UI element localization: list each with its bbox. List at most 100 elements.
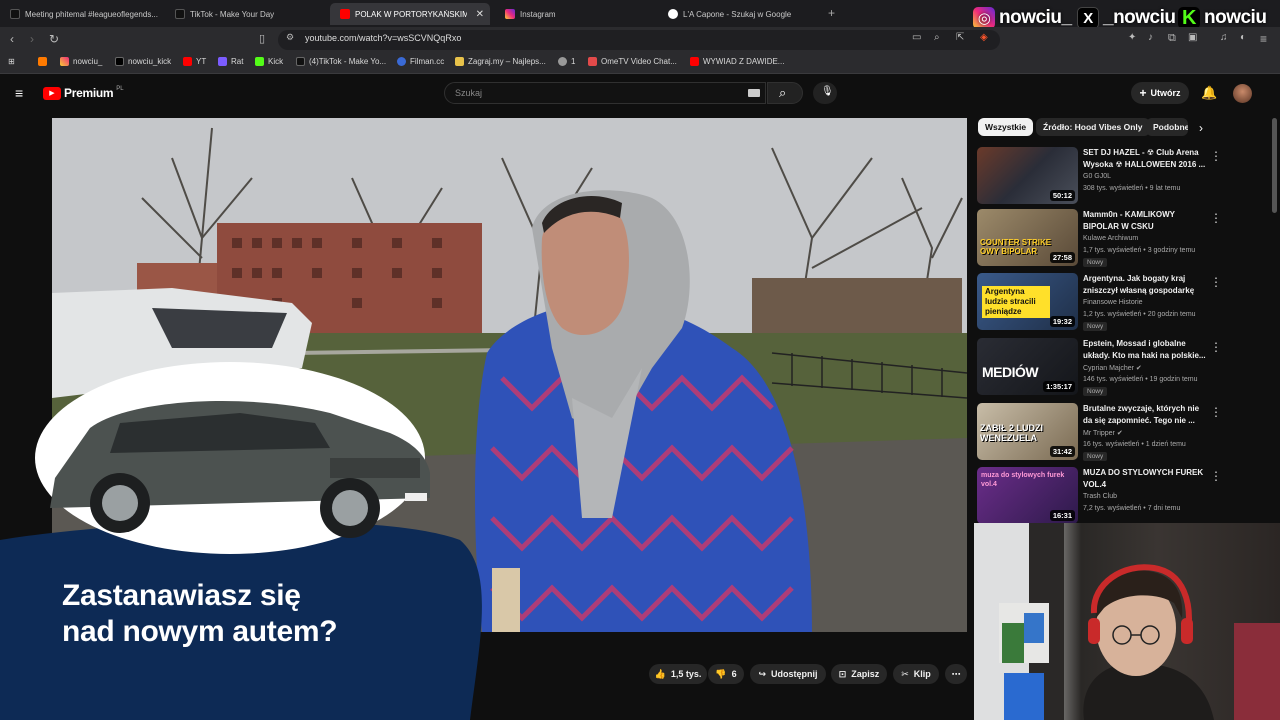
- kebab-menu-icon[interactable]: ⋮: [1210, 211, 1222, 225]
- chevron-right-icon[interactable]: ›: [1199, 121, 1203, 135]
- new-tab-button[interactable]: +: [828, 6, 835, 20]
- channel-name[interactable]: Cyprian Majcher ✔: [1083, 364, 1142, 372]
- puzzle-icon[interactable]: ⧉: [1168, 32, 1176, 45]
- recommendation-item[interactable]: Argentyna ludzie stracili pieniądze 19:3…: [977, 273, 1272, 331]
- vpn-icon[interactable]: ◐: [1240, 32, 1246, 43]
- chip-source[interactable]: Źródło: Hood Vibes Only: [1036, 118, 1150, 136]
- tiktok-icon: [296, 57, 305, 66]
- video-title[interactable]: Epstein, Mossad i globalne układy. Kto m…: [1083, 338, 1207, 362]
- bookmark-item[interactable]: 1: [558, 57, 575, 66]
- bell-icon[interactable]: 🔔: [1201, 85, 1217, 101]
- ometv-icon: [588, 57, 597, 66]
- video-thumbnail[interactable]: muza do stylowych furek vol.4 16:31: [977, 467, 1078, 524]
- keyboard-icon[interactable]: [748, 89, 760, 97]
- voice-search-button[interactable]: 🎙: [813, 82, 837, 104]
- video-title[interactable]: SET DJ HAZEL - ☢ Club Arena Wysoka ☢ HAL…: [1083, 147, 1207, 171]
- tab-label: Instagram: [520, 9, 556, 19]
- like-button[interactable]: 👍 1,5 tys.: [649, 664, 707, 684]
- music-icon[interactable]: ♫: [1220, 32, 1228, 43]
- brave-shield-icon[interactable]: ◈: [980, 32, 988, 43]
- tab-youtube-active[interactable]: POLAK W PORTORYKAŃSKIM... ✕: [330, 3, 490, 25]
- thumbs-up-icon: 👍: [654, 668, 666, 679]
- recommendation-item[interactable]: muza do stylowych furek vol.4 16:31 MUZA…: [977, 467, 1272, 525]
- kebab-menu-icon[interactable]: ⋮: [1210, 405, 1222, 419]
- bookmark-item[interactable]: Rat: [218, 57, 243, 66]
- recommendation-item[interactable]: ZABIŁ 2 LUDZI WENEZUELA 31:42 Brutalne z…: [977, 403, 1272, 461]
- bookmark-item[interactable]: Kick: [255, 57, 283, 66]
- video-thumbnail[interactable]: COUNTER STRIKE OWY BIPOLAR 27:58: [977, 209, 1078, 266]
- bookmark-item[interactable]: Zagraj.my – Najleps...: [455, 57, 546, 66]
- chip-all[interactable]: Wszystkie: [978, 118, 1034, 136]
- back-icon[interactable]: ‹: [10, 32, 14, 46]
- bookmark-item[interactable]: (4)TikTok - Make Yo...: [296, 57, 386, 66]
- bookmark-icon[interactable]: ▯: [259, 32, 265, 45]
- bookmark-item[interactable]: WYWIAD Z DAWIDE...: [690, 57, 784, 66]
- channel-name[interactable]: Mr Tripper ✔: [1083, 429, 1123, 437]
- video-thumbnail[interactable]: MEDIÓW 1:35:17: [977, 338, 1078, 395]
- share-icon[interactable]: ⇱: [956, 32, 964, 43]
- channel-name[interactable]: G0 GJ0L: [1083, 173, 1111, 180]
- video-thumbnail[interactable]: Argentyna ludzie stracili pieniądze 19:3…: [977, 273, 1078, 330]
- channel-name[interactable]: Finansowe Historie: [1083, 299, 1143, 306]
- sidebar-scrollbar[interactable]: [1272, 118, 1277, 213]
- extension-icon[interactable]: ✦: [1128, 32, 1136, 43]
- tab-google[interactable]: L'A Capone - Szukaj w Google: [658, 3, 823, 25]
- recommendation-item[interactable]: MEDIÓW 1:35:17 Epstein, Mossad i globaln…: [977, 338, 1272, 396]
- hamburger-icon[interactable]: ≡: [15, 85, 23, 101]
- menu-icon[interactable]: ≡: [1260, 32, 1267, 46]
- kebab-menu-icon[interactable]: ⋮: [1210, 469, 1222, 483]
- video-thumbnail[interactable]: 50:12: [977, 147, 1078, 204]
- reload-icon[interactable]: ↻: [49, 32, 59, 46]
- kebab-menu-icon[interactable]: ⋮: [1210, 340, 1222, 354]
- url-text[interactable]: youtube.com/watch?v=wsSCVNQqRxo: [305, 33, 461, 43]
- share-arrow-icon: ↪: [758, 668, 767, 679]
- bookmark-item[interactable]: nowciu_kick: [115, 57, 171, 66]
- scissors-icon: ✂: [901, 668, 909, 679]
- tab-label: POLAK W PORTORYKAŃSKIM...: [355, 9, 467, 19]
- save-button[interactable]: ⊡ Zapisz: [831, 664, 887, 684]
- channel-name[interactable]: Trash Club: [1083, 493, 1117, 500]
- bookmark-item[interactable]: OmeTV Video Chat...: [588, 57, 677, 66]
- video-title[interactable]: MUZA DO STYLOWYCH FUREK VOL.4: [1083, 467, 1207, 491]
- dislike-button[interactable]: 👎 6: [708, 664, 744, 684]
- share-button[interactable]: ↪ Udostępnij: [750, 664, 826, 684]
- more-actions-button[interactable]: ⋯: [945, 664, 967, 684]
- kebab-menu-icon[interactable]: ⋮: [1210, 275, 1222, 289]
- search-input[interactable]: [444, 82, 766, 104]
- tab-league[interactable]: Meeting phitemal #leagueoflegends...: [0, 3, 160, 25]
- bookmark-item[interactable]: YT: [183, 57, 206, 66]
- video-title[interactable]: Argentyna. Jak bogaty kraj zniszczył wła…: [1083, 273, 1207, 297]
- clip-button[interactable]: ✂ Klip: [893, 664, 939, 684]
- video-title[interactable]: Mamm0n - KAMLIKOWY BIPOLAR W CSKU: [1083, 209, 1207, 233]
- channel-name[interactable]: Kulawe Archiwum: [1083, 235, 1138, 242]
- sidebar-icon[interactable]: ▣: [1188, 32, 1197, 43]
- bookmark-item[interactable]: [38, 57, 51, 66]
- tab-instagram[interactable]: Instagram: [495, 3, 655, 25]
- close-tab-icon[interactable]: ✕: [476, 9, 484, 20]
- video-duration: 50:12: [1049, 190, 1075, 201]
- bookmark-item[interactable]: nowciu_: [60, 57, 102, 66]
- search-button[interactable]: ⌕: [767, 82, 803, 104]
- cast-icon[interactable]: ▭: [912, 32, 921, 43]
- ad-headline[interactable]: Zastanawiasz się nad nowym autem?: [62, 578, 338, 650]
- avatar[interactable]: [1233, 84, 1252, 103]
- save-icon: ⊡: [838, 668, 847, 679]
- rat-icon: [218, 57, 227, 66]
- x-icon: X: [1077, 7, 1099, 29]
- recommendation-item[interactable]: COUNTER STRIKE OWY BIPOLAR 27:58 Mamm0n …: [977, 209, 1272, 267]
- apps-icon[interactable]: ⊞: [8, 57, 15, 66]
- chip-similar[interactable]: Podobne: [1146, 118, 1188, 136]
- video-title[interactable]: Brutalne zwyczaje, których nie da się za…: [1083, 403, 1207, 427]
- bookmark-label: Kick: [268, 57, 284, 66]
- forward-icon[interactable]: ›: [30, 32, 34, 46]
- video-thumbnail[interactable]: ZABIŁ 2 LUDZI WENEZUELA 31:42: [977, 403, 1078, 460]
- zoom-icon[interactable]: ⌕: [934, 32, 940, 43]
- audio-icon[interactable]: ♪: [1148, 32, 1153, 43]
- create-button[interactable]: + Utwórz: [1131, 82, 1189, 104]
- tab-tiktok[interactable]: TikTok - Make Your Day: [165, 3, 325, 25]
- recommendation-item[interactable]: 50:12 SET DJ HAZEL - ☢ Club Arena Wysoka…: [977, 147, 1272, 205]
- kebab-menu-icon[interactable]: ⋮: [1210, 149, 1222, 163]
- bookmark-item[interactable]: Filman.cc: [397, 57, 444, 66]
- site-info-icon[interactable]: ⚙: [286, 32, 294, 43]
- youtube-logo[interactable]: ▶ Premium PL: [43, 86, 124, 100]
